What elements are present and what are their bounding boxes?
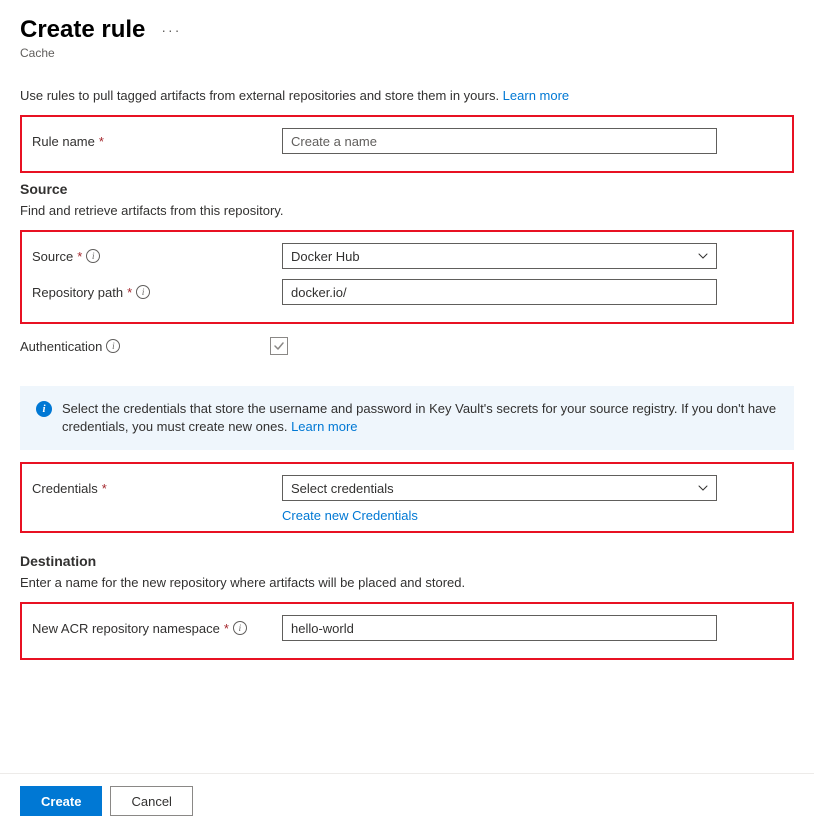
create-button[interactable]: Create [20, 786, 102, 816]
destination-section-heading: Destination [20, 553, 794, 569]
footer-bar: Create Cancel [0, 773, 814, 828]
banner-learn-more-link[interactable]: Learn more [291, 419, 357, 434]
repo-path-input[interactable] [282, 279, 717, 305]
highlight-rule-name: Rule name * [20, 115, 794, 173]
highlight-source: Source * i Docker Hub Repository path * … [20, 230, 794, 324]
rule-name-input[interactable] [282, 128, 717, 154]
info-icon[interactable]: i [86, 249, 100, 263]
info-icon[interactable]: i [233, 621, 247, 635]
credentials-select[interactable]: Select credentials [282, 475, 717, 501]
required-asterisk: * [77, 249, 82, 264]
credentials-info-banner: i Select the credentials that store the … [20, 386, 794, 450]
credentials-label: Credentials [32, 481, 98, 496]
learn-more-link[interactable]: Learn more [503, 88, 569, 103]
namespace-input[interactable] [282, 615, 717, 641]
highlight-destination: New ACR repository namespace * i [20, 602, 794, 660]
authentication-label: Authentication [20, 339, 102, 354]
rule-name-label: Rule name [32, 134, 95, 149]
repo-path-label: Repository path [32, 285, 123, 300]
page-subtitle: Cache [20, 46, 794, 60]
create-new-credentials-link[interactable]: Create new Credentials [282, 508, 418, 523]
highlight-credentials: Credentials * Select credentials Create … [20, 462, 794, 533]
source-label: Source [32, 249, 73, 264]
info-filled-icon: i [36, 401, 52, 417]
source-section-heading: Source [20, 181, 794, 197]
namespace-label: New ACR repository namespace [32, 621, 220, 636]
info-icon[interactable]: i [136, 285, 150, 299]
info-icon[interactable]: i [106, 339, 120, 353]
more-actions-icon[interactable]: ··· [161, 22, 181, 38]
authentication-checkbox[interactable] [270, 337, 288, 355]
cancel-button[interactable]: Cancel [110, 786, 192, 816]
page-title: Create rule [20, 16, 145, 44]
required-asterisk: * [224, 621, 229, 636]
source-select[interactable]: Docker Hub [282, 243, 717, 269]
destination-section-desc: Enter a name for the new repository wher… [20, 575, 794, 590]
required-asterisk: * [127, 285, 132, 300]
required-asterisk: * [99, 134, 104, 149]
source-section-desc: Find and retrieve artifacts from this re… [20, 203, 794, 218]
required-asterisk: * [102, 481, 107, 496]
intro-text: Use rules to pull tagged artifacts from … [20, 88, 794, 103]
